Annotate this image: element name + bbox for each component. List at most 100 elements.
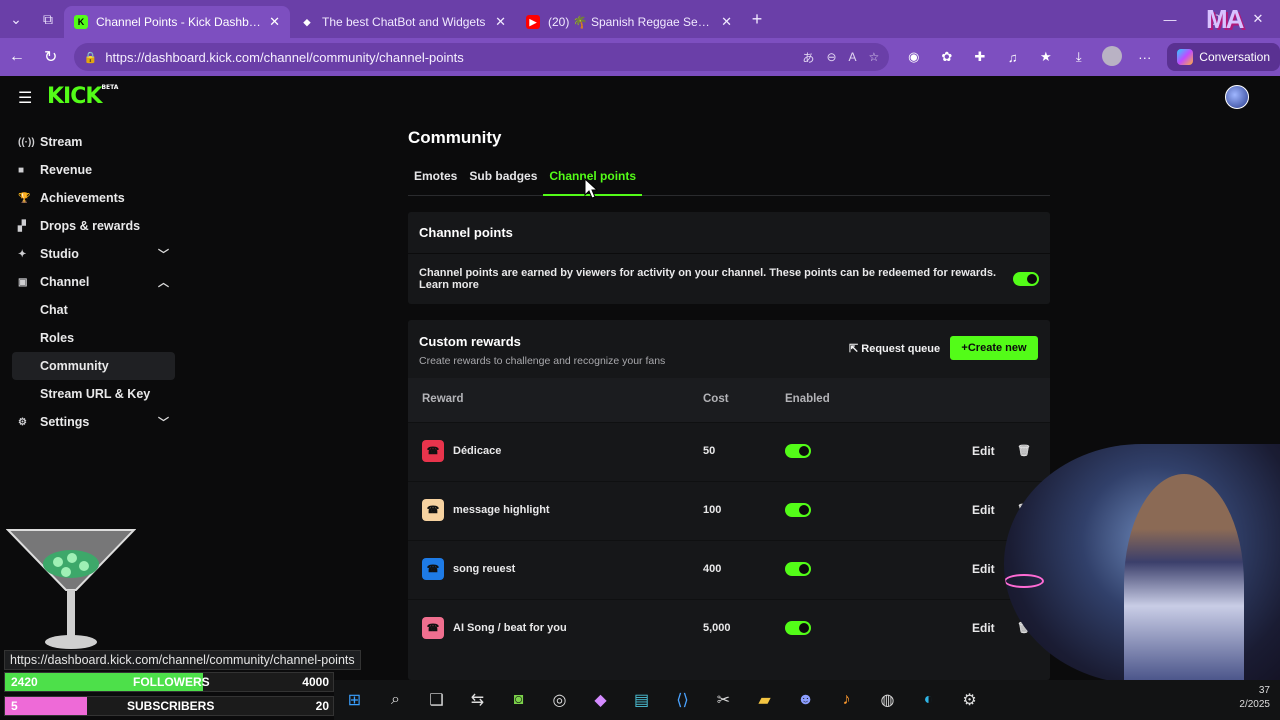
settings-app-icon[interactable]: ⚙: [949, 685, 990, 715]
sidebar-item-label: Drops & rewards: [40, 219, 141, 233]
trophy-icon: 🏆: [18, 192, 31, 204]
create-new-label: Create new: [967, 342, 1027, 354]
chrome-icon[interactable]: ◍: [867, 685, 908, 715]
reward-enabled-toggle[interactable]: [785, 621, 811, 638]
tab-emotes[interactable]: Emotes: [408, 166, 463, 196]
sidebar-item-studio[interactable]: ✦ Studio ﹀: [12, 240, 175, 268]
sidebar-item-stream[interactable]: ((·)) Stream: [12, 128, 175, 156]
sidebar-item-channel[interactable]: ▣ Channel ︿: [12, 268, 175, 296]
reward-enabled-toggle[interactable]: [785, 562, 811, 579]
main-content: Community Emotes Sub badges Channel poin…: [408, 128, 1050, 680]
channel-points-row: Channel points are earned by viewers for…: [408, 254, 1050, 304]
favorite-star-icon[interactable]: ☆: [869, 50, 880, 64]
edit-button[interactable]: Edit: [972, 562, 995, 576]
extension-shazam-icon[interactable]: ◉: [897, 49, 930, 65]
back-arrow-icon[interactable]: ←: [0, 48, 34, 66]
tab-title: Channel Points - Kick Dashboard: [96, 15, 262, 29]
file-explorer-icon[interactable]: ▰: [744, 685, 785, 715]
extensions-puzzle-icon[interactable]: ✚: [963, 49, 996, 65]
network-app-icon[interactable]: ⇆: [457, 685, 498, 715]
reward-name: Dédicace: [453, 445, 502, 457]
copilot-conversation-button[interactable]: Conversation: [1167, 43, 1280, 71]
channel-points-toggle[interactable]: [1013, 272, 1039, 286]
sidebar-item-roles[interactable]: Roles: [12, 324, 175, 352]
channel-icon: ▣: [18, 276, 28, 288]
minimize-icon[interactable]: —: [1148, 12, 1192, 27]
followers-goal-bar: 2420 FOLLOWERS 4000: [4, 672, 334, 692]
start-icon[interactable]: ⊞: [334, 685, 375, 715]
sidebar-item-label: Channel: [40, 275, 90, 289]
browser-tab-chatbot[interactable]: ◆ The best ChatBot and Widgets ✕: [290, 6, 516, 38]
column-header-cost: Cost: [703, 393, 729, 405]
sidebar-item-settings[interactable]: ⚙ Settings ﹀: [12, 408, 175, 436]
chevron-down-icon[interactable]: ﹀: [158, 414, 169, 430]
edit-button[interactable]: Edit: [972, 503, 995, 517]
chevron-down-icon[interactable]: ﹀: [158, 246, 169, 262]
new-tab-button[interactable]: +: [742, 9, 772, 30]
edit-button[interactable]: Edit: [972, 444, 995, 458]
request-queue-label: Request queue: [861, 343, 941, 355]
edit-button[interactable]: Edit: [972, 621, 995, 635]
read-aloud-icon[interactable]: A: [849, 50, 857, 64]
sidebar-item-drops-rewards[interactable]: ▞ Drops & rewards: [12, 212, 175, 240]
zoom-icon[interactable]: ⊖: [826, 50, 836, 64]
sidebar-item-community[interactable]: Community: [12, 352, 175, 380]
capcut-icon[interactable]: ✂: [703, 685, 744, 715]
workspaces-icon[interactable]: ⧉: [32, 4, 64, 34]
tab-sub-badges[interactable]: Sub badges: [463, 166, 543, 196]
kick-logo-beta-tag: BETA: [101, 84, 119, 91]
reward-icon: ☎: [422, 558, 444, 580]
more-options-icon[interactable]: ···: [1128, 50, 1161, 65]
profile-avatar-icon[interactable]: [1095, 45, 1128, 69]
media-app-icon[interactable]: ▤: [621, 685, 662, 715]
copilot-icon: [1177, 49, 1194, 65]
sidebar-item-label: Revenue: [40, 163, 93, 177]
tab-close-icon[interactable]: ✕: [495, 14, 506, 30]
downloads-icon[interactable]: ⤓: [1062, 49, 1095, 65]
media-control-icon[interactable]: ♫: [996, 50, 1029, 65]
revenue-icon: ■: [18, 164, 25, 176]
sidebar-item-chat[interactable]: Chat: [12, 296, 175, 324]
translate-icon[interactable]: あ: [802, 49, 814, 66]
system-tray-clock[interactable]: 37 2/2025: [1239, 684, 1270, 712]
search-icon[interactable]: ⌕: [375, 685, 416, 715]
fl-studio-icon[interactable]: ♪: [826, 685, 867, 715]
kick-logo[interactable]: KICKBETA: [47, 84, 118, 109]
user-avatar[interactable]: [1225, 85, 1249, 109]
create-new-button[interactable]: + Create new: [950, 336, 1038, 360]
vscode-icon[interactable]: ⟨⟩: [662, 685, 703, 715]
favorites-icon[interactable]: ★: [1029, 49, 1062, 65]
browser-tab-kick[interactable]: K Channel Points - Kick Dashboard ✕: [64, 6, 290, 38]
browser-tab-youtube[interactable]: ▶ (20) 🌴 Spanish Reggae Session – ✕: [516, 6, 742, 38]
android-app-icon[interactable]: ◙: [498, 685, 539, 715]
rewards-table-header: Reward Cost Enabled: [408, 378, 1050, 422]
obs-icon[interactable]: ◎: [539, 685, 580, 715]
sidebar-item-stream-url-key[interactable]: Stream URL & Key: [12, 380, 175, 408]
trash-icon[interactable]: 🗑: [1017, 444, 1031, 457]
site-info-icon[interactable]: 🔒: [84, 51, 98, 64]
sidebar-item-achievements[interactable]: 🏆 Achievements: [12, 184, 175, 212]
chevron-up-icon[interactable]: ︿: [158, 274, 169, 290]
edge-icon[interactable]: ◐: [908, 685, 949, 715]
reward-enabled-toggle[interactable]: [785, 503, 811, 520]
url-field[interactable]: 🔒 https://dashboard.kick.com/channel/com…: [73, 43, 890, 71]
reward-icon: ☎: [422, 440, 444, 462]
refresh-icon[interactable]: ↻: [34, 47, 68, 67]
tab-actions-chevron-icon[interactable]: ⌄: [0, 4, 32, 34]
reward-enabled-toggle[interactable]: [785, 444, 811, 461]
url-text: https://dashboard.kick.com/channel/commu…: [105, 49, 464, 65]
request-queue-button[interactable]: ⇱ Request queue: [849, 342, 940, 355]
tab-close-icon[interactable]: ✕: [269, 14, 280, 30]
custom-rewards-header: Custom rewards Create rewards to challen…: [408, 320, 1050, 378]
discord-icon[interactable]: ☻: [785, 685, 826, 715]
reward-cost: 50: [703, 445, 716, 457]
copilot-app-icon[interactable]: ◆: [580, 685, 621, 715]
menu-hamburger-icon[interactable]: ☰: [18, 88, 32, 108]
sidebar-item-revenue[interactable]: ■ Revenue: [12, 156, 175, 184]
task-view-icon[interactable]: ❑: [416, 685, 457, 715]
kick-favicon-icon: K: [74, 15, 88, 29]
tab-close-icon[interactable]: ✕: [721, 14, 732, 30]
address-bar-row: ← ↻ 🔒 https://dashboard.kick.com/channel…: [0, 38, 1280, 76]
extension-leaf-icon[interactable]: ✿: [930, 49, 963, 65]
sidebar-item-label: Studio: [40, 247, 79, 261]
